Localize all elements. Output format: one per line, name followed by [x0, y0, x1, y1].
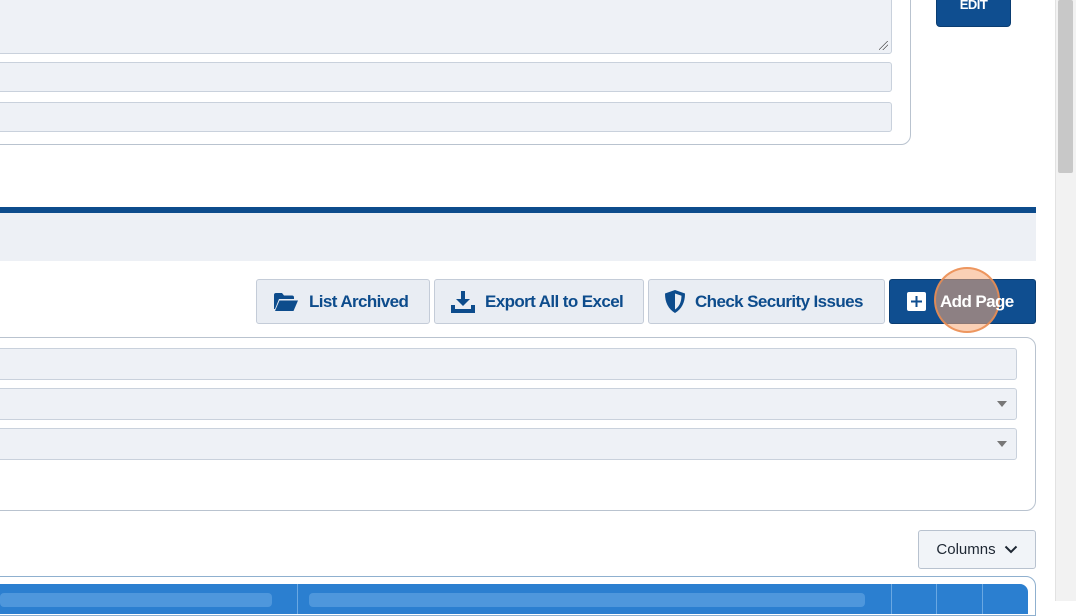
add-page-label: Add Page: [940, 291, 1014, 311]
table-header-cell-2[interactable]: [309, 593, 865, 607]
filter-select-2[interactable]: [0, 428, 1017, 460]
columns-label: Columns: [936, 541, 996, 558]
resize-grip-icon[interactable]: [879, 41, 888, 50]
form-field-2[interactable]: [0, 102, 892, 132]
dropdown-caret-icon: [997, 441, 1007, 447]
column-divider: [891, 584, 892, 614]
column-divider: [936, 584, 937, 614]
form-field-1[interactable]: [0, 62, 892, 92]
edit-button[interactable]: EDIT: [936, 0, 1011, 27]
column-divider: [297, 584, 298, 614]
check-security-button[interactable]: Check Security Issues: [648, 279, 885, 324]
shield-icon: [665, 290, 685, 313]
list-archived-label: List Archived: [309, 291, 409, 311]
filter-search-input[interactable]: [0, 348, 1017, 380]
column-divider: [982, 584, 983, 614]
check-security-label: Check Security Issues: [695, 291, 863, 311]
folder-open-icon: [274, 292, 298, 311]
plus-square-icon: [907, 292, 926, 311]
download-tray-icon: [451, 290, 475, 313]
dropdown-caret-icon: [997, 401, 1007, 407]
filter-select-1[interactable]: [0, 388, 1017, 420]
section-header: [0, 213, 1036, 261]
export-excel-label: Export All to Excel: [485, 291, 624, 311]
columns-button[interactable]: Columns: [918, 530, 1036, 569]
list-archived-button[interactable]: List Archived: [256, 279, 430, 324]
table-header-cell-1[interactable]: [0, 593, 272, 607]
export-excel-button[interactable]: Export All to Excel: [434, 279, 644, 324]
description-textarea[interactable]: [0, 0, 892, 54]
chevron-down-icon: [1004, 545, 1017, 554]
scrollbar-thumb[interactable]: [1058, 0, 1073, 173]
add-page-button[interactable]: Add Page: [889, 279, 1036, 324]
